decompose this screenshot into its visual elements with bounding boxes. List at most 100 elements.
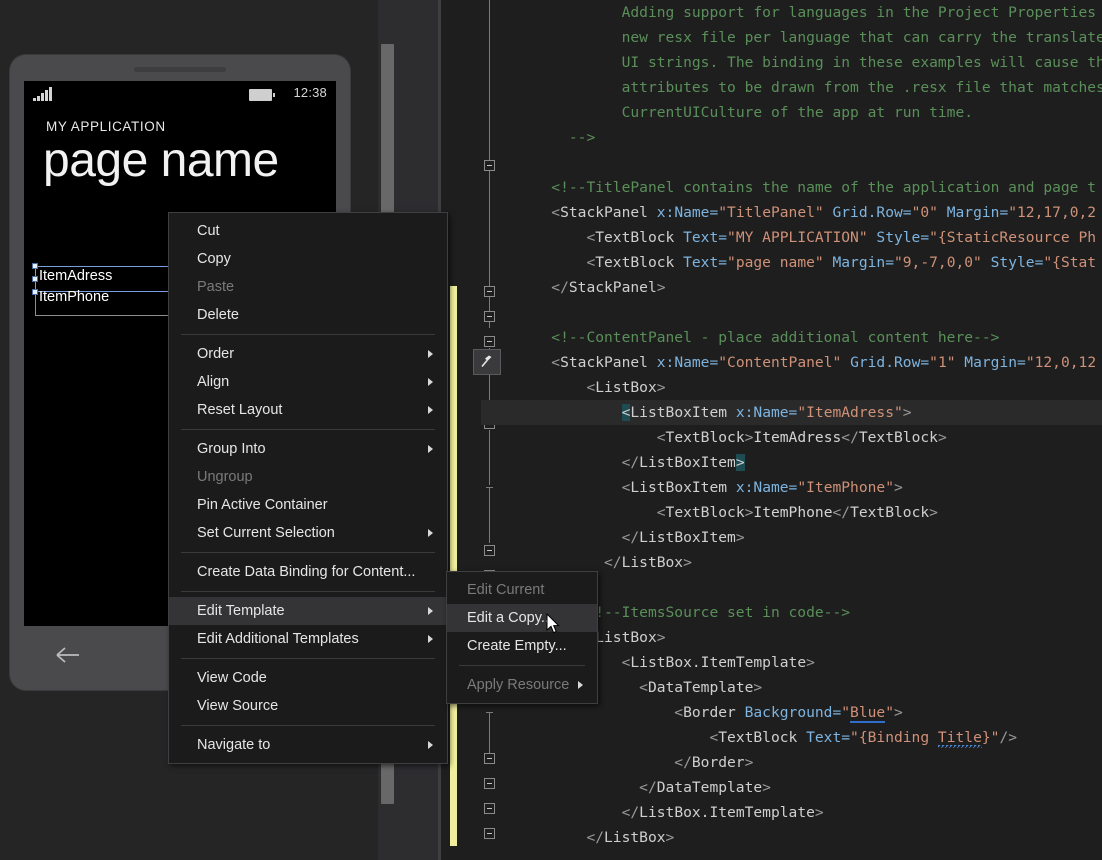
list-item[interactable]: ItemAdress (39, 268, 112, 284)
status-time: 12:38 (293, 85, 327, 100)
code-token: "TitlePanel" (718, 204, 824, 221)
edit-template-submenu[interactable]: Edit Current Edit a Copy... Create Empty..… (446, 571, 598, 704)
menu-item-order[interactable]: Order (169, 340, 447, 368)
code-line[interactable]: </ListBox.ItemTemplate> (481, 800, 1102, 825)
menu-item-group-into[interactable]: Group Into (169, 435, 447, 463)
code-line[interactable] (481, 150, 1102, 175)
code-line[interactable]: <TextBlock>ItemPhone</TextBlock> (481, 500, 1102, 525)
code-line[interactable]: <TextBlock Text="MY APPLICATION" Style="… (481, 225, 1102, 250)
code-line[interactable]: <ListBox> (481, 375, 1102, 400)
code-line[interactable]: </ListBoxItem> (481, 525, 1102, 550)
context-menu[interactable]: Cut Copy Paste Delete Order Align Reset Layout… (168, 212, 448, 764)
code-line[interactable]: --> (481, 125, 1102, 150)
menu-item-copy[interactable]: Copy (169, 245, 447, 273)
code-token: x:Name= (647, 354, 719, 371)
back-arrow-icon[interactable] (54, 644, 82, 666)
page-title: page name (43, 134, 279, 187)
code-token: > (665, 829, 675, 846)
chevron-right-icon (428, 529, 433, 537)
phone-status-bar: 12:38 (24, 81, 336, 107)
code-line[interactable]: </StackPanel> (481, 275, 1102, 300)
menu-item-edit-additional-templates[interactable]: Edit Additional Templates (169, 625, 447, 653)
code-token: "ItemPhone" (797, 479, 894, 496)
code-token: > (656, 629, 666, 646)
code-token: > (806, 654, 815, 671)
menu-item-pin-active-container[interactable]: Pin Active Container (169, 491, 447, 519)
list-item[interactable]: ItemPhone (39, 289, 109, 305)
menu-item-view-source[interactable]: View Source (169, 692, 447, 720)
code-token: UI strings. The binding in these example… (621, 54, 1102, 71)
outlining-rail[interactable] (465, 0, 495, 860)
code-token: x:Name= (647, 204, 719, 221)
smart-tag-hammer-icon[interactable] (473, 349, 501, 375)
code-line[interactable]: </ListBox> (481, 825, 1102, 850)
code-token: TextBlock (595, 254, 675, 271)
code-token: "{Stat (1043, 254, 1097, 271)
resize-grip-top-left[interactable] (32, 263, 38, 269)
code-line[interactable]: <TextBlock Text="{Binding Title}"/> (481, 725, 1102, 750)
code-token: StackPanel (560, 204, 648, 221)
code-token: </ (604, 554, 622, 571)
code-token: TextBlock (665, 429, 745, 446)
code-line[interactable]: Adding support for languages in the Proj… (481, 0, 1102, 25)
code-token: > (735, 529, 745, 546)
resize-grip-middle-left[interactable] (32, 276, 38, 282)
menu-separator (181, 552, 435, 553)
submenu-item-edit-a-copy[interactable]: Edit a Copy... (447, 604, 597, 632)
menu-item-view-code[interactable]: View Code (169, 664, 447, 692)
code-line[interactable]: <!--ContentPanel - place additional cont… (481, 325, 1102, 350)
code-line[interactable]: <TextBlock Text="page name" Margin="9,-7… (481, 250, 1102, 275)
code-line[interactable]: <StackPanel x:Name="ContentPanel" Grid.R… (481, 350, 1102, 375)
menu-item-align[interactable]: Align (169, 368, 447, 396)
code-token: </ (674, 754, 692, 771)
code-line[interactable]: </ListBoxItem> (481, 450, 1102, 475)
code-token: "page name" (727, 254, 824, 271)
code-token: Style= (867, 229, 930, 246)
code-token: TextBlock (718, 729, 798, 746)
code-line[interactable] (481, 300, 1102, 325)
code-line[interactable]: attributes to be drawn from the .resx fi… (481, 75, 1102, 100)
menu-item-create-data-binding-for-content[interactable]: Create Data Binding for Content... (169, 558, 447, 586)
menu-separator (181, 658, 435, 659)
menu-item-cut[interactable]: Cut (169, 217, 447, 245)
code-line[interactable] (481, 850, 1102, 860)
menu-separator (181, 334, 435, 335)
menu-item-edit-template[interactable]: Edit Template (169, 597, 447, 625)
code-token: StackPanel (560, 354, 648, 371)
code-token: < (586, 229, 596, 246)
menu-item-label: Align (197, 374, 230, 390)
code-line[interactable]: <!--TitlePanel contains the name of the … (481, 175, 1102, 200)
submenu-item-create-empty[interactable]: Create Empty... (447, 632, 597, 660)
code-token: <!--ItemsSource set in code--> (586, 604, 851, 621)
menu-item-label: Edit Current (467, 582, 545, 598)
code-token: </ (621, 529, 640, 546)
code-line[interactable]: <StackPanel x:Name="TitlePanel" Grid.Row… (481, 200, 1102, 225)
code-token: "12,17,0,2 (1008, 204, 1097, 221)
menu-item-reset-layout[interactable]: Reset Layout (169, 396, 447, 424)
code-line[interactable]: CurrentUICulture of the app at run time. (481, 100, 1102, 125)
chevron-right-icon (428, 378, 433, 386)
menu-item-set-current-selection[interactable]: Set Current Selection (169, 519, 447, 547)
menu-item-label: Set Current Selection (197, 525, 335, 541)
resize-grip-bottom-left[interactable] (32, 289, 38, 295)
menu-item-paste: Paste (169, 273, 447, 301)
code-line[interactable]: UI strings. The binding in these example… (481, 50, 1102, 75)
code-line[interactable]: </Border> (481, 750, 1102, 775)
code-line[interactable]: new resx file per language that can carr… (481, 25, 1102, 50)
code-token: < (674, 704, 684, 721)
code-line[interactable]: <ListBoxItem x:Name="ItemAdress"> (481, 400, 1102, 425)
code-token: ListBox.ItemTemplate (630, 654, 807, 671)
menu-item-delete[interactable]: Delete (169, 301, 447, 329)
code-line[interactable]: <TextBlock>ItemAdress</TextBlock> (481, 425, 1102, 450)
code-line[interactable]: <ListBoxItem x:Name="ItemPhone"> (481, 475, 1102, 500)
code-line[interactable]: </DataTemplate> (481, 775, 1102, 800)
xaml-code-editor[interactable]: Adding support for languages in the Proj… (441, 0, 1102, 860)
menu-item-navigate-to[interactable]: Navigate to (169, 731, 447, 759)
code-text-area[interactable]: Adding support for languages in the Proj… (481, 0, 1102, 860)
